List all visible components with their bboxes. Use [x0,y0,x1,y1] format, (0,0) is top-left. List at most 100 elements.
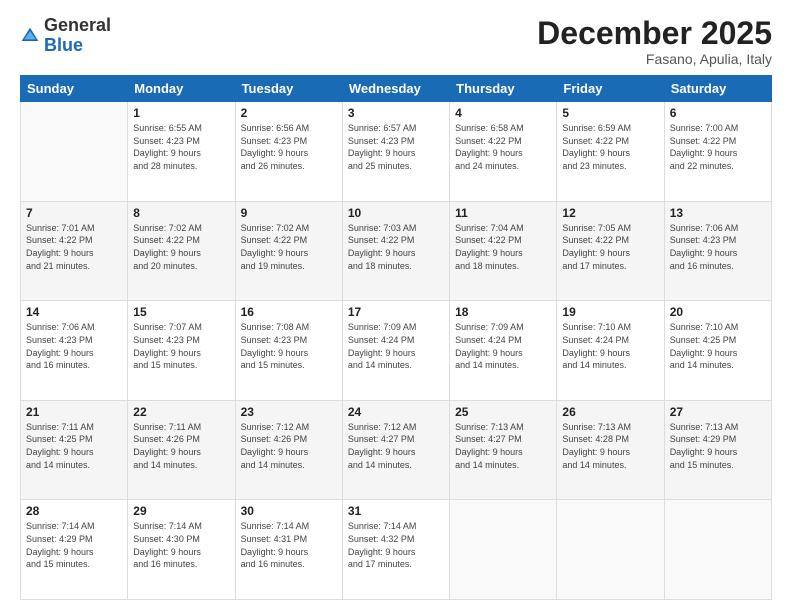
header: General Blue December 2025 Fasano, Apuli… [20,16,772,67]
calendar-cell: 24Sunrise: 7:12 AMSunset: 4:27 PMDayligh… [342,400,449,500]
calendar-cell: 12 Sunrise: 7:05 AMSunset: 4:22 PMDayligh… [557,201,664,301]
day-number: 20 [670,305,766,319]
calendar-cell: 6 Sunrise: 7:00 AMSunset: 4:22 PMDaylight… [664,102,771,202]
day-info: Sunrise: 7:09 AMSunset: 4:24 PMDaylight:… [455,321,551,371]
day-number: 11 [455,206,551,220]
logo-general: General [44,15,111,35]
day-number: 16 [241,305,337,319]
title-block: December 2025 Fasano, Apulia, Italy [537,16,772,67]
calendar-table: Sunday Monday Tuesday Wednesday Thursday… [20,75,772,600]
calendar-cell: 1 Sunrise: 6:55 AMSunset: 4:23 PMDaylight… [128,102,235,202]
weekday-header-row: Sunday Monday Tuesday Wednesday Thursday… [21,76,772,102]
day-info: Sunrise: 7:11 AMSunset: 4:26 PMDaylight:… [133,421,229,471]
day-number: 2 [241,106,337,120]
day-number: 12 [562,206,658,220]
day-info: Sunrise: 7:06 AMSunset: 4:23 PMDaylight:… [670,222,766,272]
calendar-cell [450,500,557,600]
day-info: Sunrise: 6:58 AMSunset: 4:22 PMDaylight:… [455,122,551,172]
day-info: Sunrise: 7:12 AMSunset: 4:27 PMDaylight:… [348,421,444,471]
day-info: Sunrise: 7:04 AMSunset: 4:22 PMDaylight:… [455,222,551,272]
logo-text: General Blue [44,16,111,56]
day-number: 27 [670,405,766,419]
day-info: Sunrise: 7:01 AMSunset: 4:22 PMDaylight:… [26,222,122,272]
calendar-cell: 4 Sunrise: 6:58 AMSunset: 4:22 PMDaylight… [450,102,557,202]
calendar-cell: 18 Sunrise: 7:09 AMSunset: 4:24 PMDayligh… [450,301,557,401]
page: General Blue December 2025 Fasano, Apuli… [0,0,792,612]
day-number: 4 [455,106,551,120]
calendar-cell: 21Sunrise: 7:11 AMSunset: 4:25 PMDayligh… [21,400,128,500]
week-row-5: 28Sunrise: 7:14 AMSunset: 4:29 PMDayligh… [21,500,772,600]
calendar-cell: 3 Sunrise: 6:57 AMSunset: 4:23 PMDaylight… [342,102,449,202]
calendar-cell: 25 Sunrise: 7:13 AMSunset: 4:27 PMDayligh… [450,400,557,500]
calendar-cell: 23Sunrise: 7:12 AMSunset: 4:26 PMDayligh… [235,400,342,500]
day-number: 18 [455,305,551,319]
calendar-cell: 27Sunrise: 7:13 AMSunset: 4:29 PMDayligh… [664,400,771,500]
day-info: Sunrise: 7:10 AMSunset: 4:25 PMDaylight:… [670,321,766,371]
header-monday: Monday [128,76,235,102]
day-number: 22 [133,405,229,419]
day-info: Sunrise: 6:59 AMSunset: 4:22 PMDaylight:… [562,122,658,172]
day-info: Sunrise: 7:06 AMSunset: 4:23 PMDaylight:… [26,321,122,371]
calendar-cell: 16Sunrise: 7:08 AMSunset: 4:23 PMDayligh… [235,301,342,401]
calendar-cell: 28Sunrise: 7:14 AMSunset: 4:29 PMDayligh… [21,500,128,600]
day-info: Sunrise: 7:05 AMSunset: 4:22 PMDaylight:… [562,222,658,272]
day-info: Sunrise: 6:57 AMSunset: 4:23 PMDaylight:… [348,122,444,172]
calendar-cell: 20 Sunrise: 7:10 AMSunset: 4:25 PMDayligh… [664,301,771,401]
day-info: Sunrise: 7:14 AMSunset: 4:30 PMDaylight:… [133,520,229,570]
day-number: 25 [455,405,551,419]
day-number: 3 [348,106,444,120]
month-title: December 2025 [537,16,772,51]
day-info: Sunrise: 6:56 AMSunset: 4:23 PMDaylight:… [241,122,337,172]
day-number: 19 [562,305,658,319]
day-number: 8 [133,206,229,220]
day-number: 30 [241,504,337,518]
location: Fasano, Apulia, Italy [537,51,772,67]
day-info: Sunrise: 7:13 AMSunset: 4:28 PMDaylight:… [562,421,658,471]
calendar-cell [664,500,771,600]
day-number: 6 [670,106,766,120]
calendar-cell: 5 Sunrise: 6:59 AMSunset: 4:22 PMDaylight… [557,102,664,202]
day-info: Sunrise: 7:07 AMSunset: 4:23 PMDaylight:… [133,321,229,371]
day-number: 5 [562,106,658,120]
day-number: 7 [26,206,122,220]
day-info: Sunrise: 7:03 AMSunset: 4:22 PMDaylight:… [348,222,444,272]
calendar-cell: 10Sunrise: 7:03 AMSunset: 4:22 PMDayligh… [342,201,449,301]
day-number: 9 [241,206,337,220]
day-info: Sunrise: 7:14 AMSunset: 4:29 PMDaylight:… [26,520,122,570]
week-row-4: 21Sunrise: 7:11 AMSunset: 4:25 PMDayligh… [21,400,772,500]
calendar-cell: 17Sunrise: 7:09 AMSunset: 4:24 PMDayligh… [342,301,449,401]
day-info: Sunrise: 7:02 AMSunset: 4:22 PMDaylight:… [133,222,229,272]
day-info: Sunrise: 7:14 AMSunset: 4:32 PMDaylight:… [348,520,444,570]
day-info: Sunrise: 7:10 AMSunset: 4:24 PMDaylight:… [562,321,658,371]
logo-icon [20,26,40,46]
day-info: Sunrise: 7:14 AMSunset: 4:31 PMDaylight:… [241,520,337,570]
day-number: 13 [670,206,766,220]
header-friday: Friday [557,76,664,102]
day-info: Sunrise: 7:13 AMSunset: 4:27 PMDaylight:… [455,421,551,471]
calendar-cell: 19 Sunrise: 7:10 AMSunset: 4:24 PMDayligh… [557,301,664,401]
calendar-cell: 30 Sunrise: 7:14 AMSunset: 4:31 PMDayligh… [235,500,342,600]
day-number: 1 [133,106,229,120]
header-saturday: Saturday [664,76,771,102]
calendar-cell [21,102,128,202]
logo: General Blue [20,16,111,56]
calendar-cell: 22 Sunrise: 7:11 AMSunset: 4:26 PMDayligh… [128,400,235,500]
day-info: Sunrise: 7:00 AMSunset: 4:22 PMDaylight:… [670,122,766,172]
calendar-cell: 29 Sunrise: 7:14 AMSunset: 4:30 PMDayligh… [128,500,235,600]
day-number: 14 [26,305,122,319]
calendar-cell: 7 Sunrise: 7:01 AMSunset: 4:22 PMDaylight… [21,201,128,301]
day-info: Sunrise: 7:02 AMSunset: 4:22 PMDaylight:… [241,222,337,272]
header-wednesday: Wednesday [342,76,449,102]
header-sunday: Sunday [21,76,128,102]
day-info: Sunrise: 7:09 AMSunset: 4:24 PMDaylight:… [348,321,444,371]
day-number: 26 [562,405,658,419]
week-row-3: 14 Sunrise: 7:06 AMSunset: 4:23 PMDayligh… [21,301,772,401]
calendar-cell: 11 Sunrise: 7:04 AMSunset: 4:22 PMDayligh… [450,201,557,301]
calendar-cell: 9 Sunrise: 7:02 AMSunset: 4:22 PMDaylight… [235,201,342,301]
day-number: 29 [133,504,229,518]
day-number: 23 [241,405,337,419]
calendar-cell: 8 Sunrise: 7:02 AMSunset: 4:22 PMDaylight… [128,201,235,301]
calendar-cell: 14 Sunrise: 7:06 AMSunset: 4:23 PMDayligh… [21,301,128,401]
header-thursday: Thursday [450,76,557,102]
day-info: Sunrise: 6:55 AMSunset: 4:23 PMDaylight:… [133,122,229,172]
